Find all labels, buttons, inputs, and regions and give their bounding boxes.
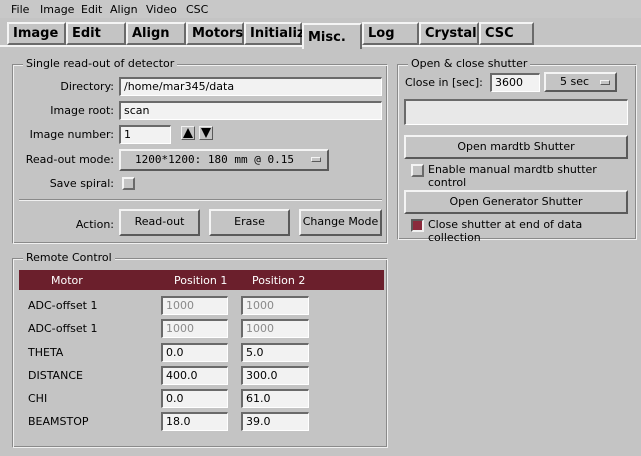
interval-select[interactable]: 5 sec: [544, 72, 617, 92]
tab-image[interactable]: Image: [7, 22, 66, 45]
menu-image[interactable]: Image: [40, 3, 74, 16]
readout-group-title: Single read-out of detector: [23, 57, 178, 70]
directory-label: Directory:: [60, 80, 114, 93]
position-2-input: 1000: [241, 319, 309, 338]
motor-label: ADC-offset 1: [28, 299, 98, 312]
remote-table-header: Motor Position 1 Position 2: [19, 270, 384, 290]
enable-manual-label: Enable manual mardtb shutter control: [428, 163, 597, 189]
menu-edit[interactable]: Edit: [81, 3, 102, 16]
tab-log[interactable]: Log: [362, 22, 419, 45]
tab-misc[interactable]: Misc.: [302, 23, 362, 49]
save-spiral-checkbox[interactable]: [122, 177, 135, 190]
position-2-input[interactable]: 61.0: [241, 389, 309, 408]
close-at-end-label: Close shutter at end of data collection: [428, 218, 583, 244]
shutter-status-field: [404, 99, 628, 125]
tab-align[interactable]: Align: [126, 22, 186, 45]
readout-group: Single read-out of detector Directory: /…: [12, 57, 388, 244]
menu-video[interactable]: Video: [146, 3, 177, 16]
position-1-input[interactable]: 18.0: [161, 412, 228, 431]
menu-bar: File Image Edit Align Video CSC: [0, 0, 641, 18]
tab-bar: Image Edit Align Motors Initialize Misc.…: [0, 19, 641, 49]
tab-motors[interactable]: Motors: [186, 22, 244, 45]
image-root-input[interactable]: scan: [119, 101, 382, 120]
increment-button[interactable]: [181, 126, 195, 140]
motor-label: BEAMSTOP: [28, 415, 89, 428]
motor-label: DISTANCE: [28, 369, 83, 382]
motor-label: THETA: [28, 346, 64, 359]
position-2-input[interactable]: 300.0: [241, 366, 309, 385]
tab-edit[interactable]: Edit: [66, 22, 126, 45]
divider: [19, 199, 382, 201]
menu-csc[interactable]: CSC: [186, 3, 208, 16]
readout-button[interactable]: Read-out: [119, 209, 200, 236]
image-root-label: Image root:: [50, 104, 114, 117]
position-1-input[interactable]: 0.0: [161, 389, 228, 408]
decrement-button[interactable]: [199, 126, 213, 140]
position-1-input[interactable]: 0.0: [161, 343, 228, 362]
tab-csc[interactable]: CSC: [479, 22, 534, 45]
arrow-down-icon: [201, 128, 211, 138]
position-2-input: 1000: [241, 296, 309, 315]
enable-manual-checkbox[interactable]: [411, 164, 424, 177]
erase-button[interactable]: Erase: [209, 209, 290, 236]
readout-mode-select[interactable]: 1200*1200: 180 mm @ 0.15: [119, 149, 329, 171]
action-label: Action:: [75, 218, 114, 231]
open-generator-shutter-button[interactable]: Open Generator Shutter: [404, 190, 628, 214]
header-motor: Motor: [51, 274, 83, 287]
motor-label: ADC-offset 1: [28, 322, 98, 335]
position-1-input[interactable]: 400.0: [161, 366, 228, 385]
position-1-input: 1000: [161, 319, 228, 338]
remote-control-title: Remote Control: [23, 251, 115, 264]
readout-mode-label: Read-out mode:: [25, 153, 114, 166]
interval-value: 5 sec: [560, 75, 590, 88]
save-spiral-label: Save spiral:: [49, 177, 114, 190]
position-2-input[interactable]: 39.0: [241, 412, 309, 431]
header-position-1: Position 1: [174, 274, 228, 287]
position-1-input: 1000: [161, 296, 228, 315]
remote-control-group: Remote Control Motor Position 1 Position…: [12, 251, 388, 448]
tab-crystal[interactable]: Crystal: [419, 22, 479, 45]
header-position-2: Position 2: [252, 274, 306, 287]
menu-align[interactable]: Align: [110, 3, 138, 16]
shutter-group: Open & close shutter Close in [sec]: 360…: [397, 57, 637, 244]
readout-mode-value: 1200*1200: 180 mm @ 0.15: [135, 153, 294, 166]
position-2-input[interactable]: 5.0: [241, 343, 309, 362]
change-mode-button[interactable]: Change Mode: [299, 209, 382, 236]
option-menu-indicator-icon: [600, 80, 610, 85]
close-in-label: Close in [sec]:: [405, 76, 483, 89]
option-menu-indicator-icon: [311, 157, 321, 162]
menu-file[interactable]: File: [11, 3, 29, 16]
close-in-input[interactable]: 3600: [490, 73, 540, 92]
tab-initialize[interactable]: Initialize: [244, 22, 313, 45]
open-mardtb-shutter-button[interactable]: Open mardtb Shutter: [404, 135, 628, 159]
image-number-label: Image number:: [29, 128, 114, 141]
arrow-up-icon: [183, 128, 193, 138]
close-at-end-checkbox[interactable]: [411, 219, 424, 232]
image-number-input[interactable]: 1: [119, 125, 171, 144]
directory-input[interactable]: /home/mar345/data: [119, 77, 382, 96]
motor-label: CHI: [28, 392, 48, 405]
shutter-group-title: Open & close shutter: [408, 57, 531, 70]
